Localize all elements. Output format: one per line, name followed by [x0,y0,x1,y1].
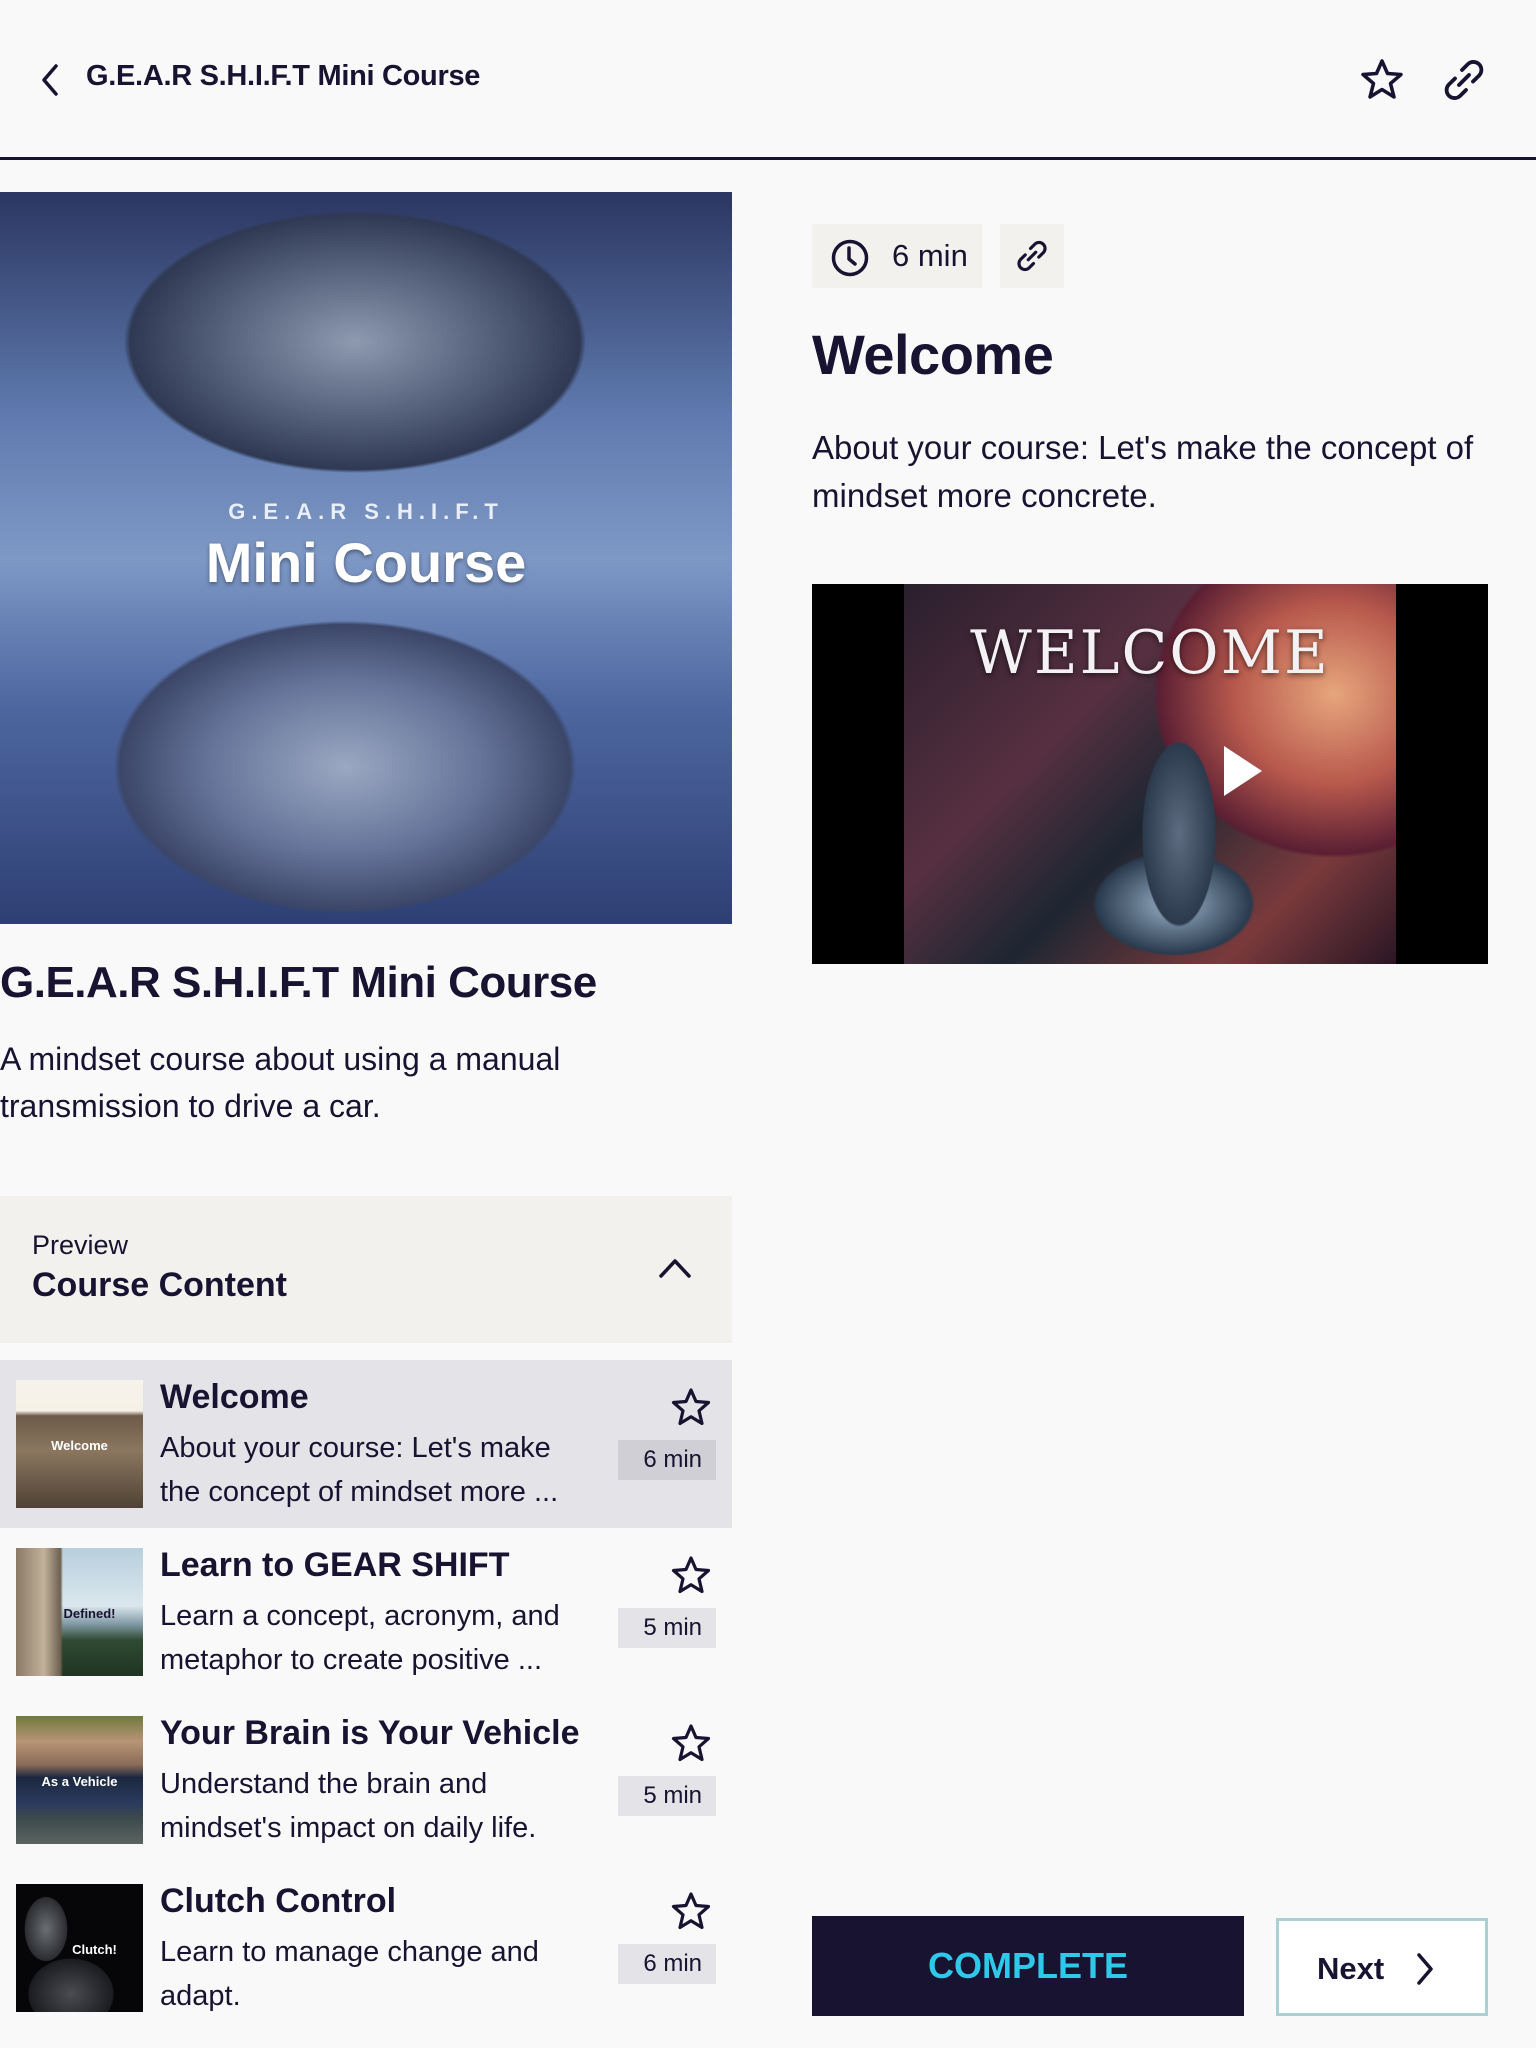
lesson-thumbnail: Clutch! [16,1884,143,2012]
duration-badge: 6 min [812,224,982,288]
clock-icon [831,239,869,277]
course-description: A mindset course about using a manual tr… [0,1041,561,1124]
thumbnail-text: As a Vehicle [41,1774,118,1789]
lesson-description: Understand the brain and mindset's impac… [160,1768,537,1844]
chevron-left-icon [42,64,58,96]
star-icon [671,1892,711,1930]
copy-lesson-link-button[interactable] [1000,224,1064,288]
cover-subtitle: G.E.A.R S.H.I.F.T [228,499,504,524]
lesson-heading: Welcome [812,323,1054,386]
star-icon [671,1388,711,1426]
course-title: G.E.A.R S.H.I.F.T Mini Course [0,958,597,1007]
video-thumbnail: WELCOME [904,584,1396,964]
link-icon [1444,60,1484,100]
lesson-thumbnail: As a Vehicle [16,1716,143,1844]
header-title: G.E.A.R S.H.I.F.T Mini Course [86,60,481,92]
lesson-about-text: About your course: Let's make the concep… [812,429,1474,514]
lesson-description: Learn a concept, acronym, and metaphor t… [160,1600,560,1676]
preview-label: Preview [32,1230,129,1260]
video-player[interactable]: WELCOME [812,584,1488,964]
lesson-favorite-button[interactable] [669,1722,713,1766]
back-button[interactable] [36,62,66,98]
lesson-favorite-button[interactable] [669,1554,713,1598]
lesson-list: Welcome Welcome About your course: Let's… [0,1360,732,2032]
lesson-description: About your course: Let's make the concep… [160,1432,559,1508]
lesson-title: Your Brain is Your Vehicle [160,1714,580,1752]
lesson-description: Learn to manage change and adapt. [160,1936,539,2012]
next-label: Next [1317,1951,1385,1986]
lesson-thumbnail: Defined! [16,1548,143,1676]
play-icon[interactable] [1222,744,1264,798]
link-icon [1017,240,1047,272]
course-cover-image: G.E.A.R S.H.I.F.T Mini Course [0,192,732,924]
lesson-title: Welcome [160,1378,309,1416]
course-content-toggle[interactable]: Preview Course Content [0,1196,732,1343]
lesson-item[interactable]: Welcome Welcome About your course: Let's… [0,1360,732,1528]
star-icon [671,1724,711,1762]
lesson-item[interactable]: Defined! Learn to GEAR SHIFT Learn a con… [0,1528,732,1696]
lesson-favorite-button[interactable] [669,1890,713,1934]
lesson-duration-badge: 5 min [618,1776,716,1816]
favorite-button[interactable] [1358,56,1406,104]
duration-text: 6 min [892,238,968,273]
lesson-item[interactable]: Clutch! Clutch Control Learn to manage c… [0,1864,732,2032]
lesson-favorite-button[interactable] [669,1386,713,1430]
course-content-title: Course Content [32,1266,287,1304]
lesson-title: Learn to GEAR SHIFT [160,1546,510,1584]
lesson-duration-badge: 5 min [618,1608,716,1648]
thumbnail-text: Welcome [51,1438,108,1453]
star-icon [671,1556,711,1594]
lesson-duration-badge: 6 min [618,1944,716,1984]
complete-button[interactable]: COMPLETE [812,1916,1244,2016]
thumbnail-text: Defined! [63,1606,116,1621]
lesson-title: Clutch Control [160,1882,397,1920]
cover-title: Mini Course [205,531,527,594]
thumbnail-text: Clutch! [72,1942,117,1957]
lesson-thumbnail: Welcome [16,1380,143,1508]
top-bar: G.E.A.R S.H.I.F.T Mini Course [0,0,1536,160]
next-button[interactable]: Next [1276,1918,1488,2016]
lesson-item[interactable]: As a Vehicle Your Brain is Your Vehicle … [0,1696,732,1864]
chevron-up-icon [659,1259,691,1278]
lesson-duration-badge: 6 min [618,1440,716,1480]
video-overlay-text: WELCOME [970,618,1330,688]
share-link-button[interactable] [1440,56,1488,104]
star-icon [1361,59,1403,99]
chevron-right-icon [1417,1953,1433,1985]
